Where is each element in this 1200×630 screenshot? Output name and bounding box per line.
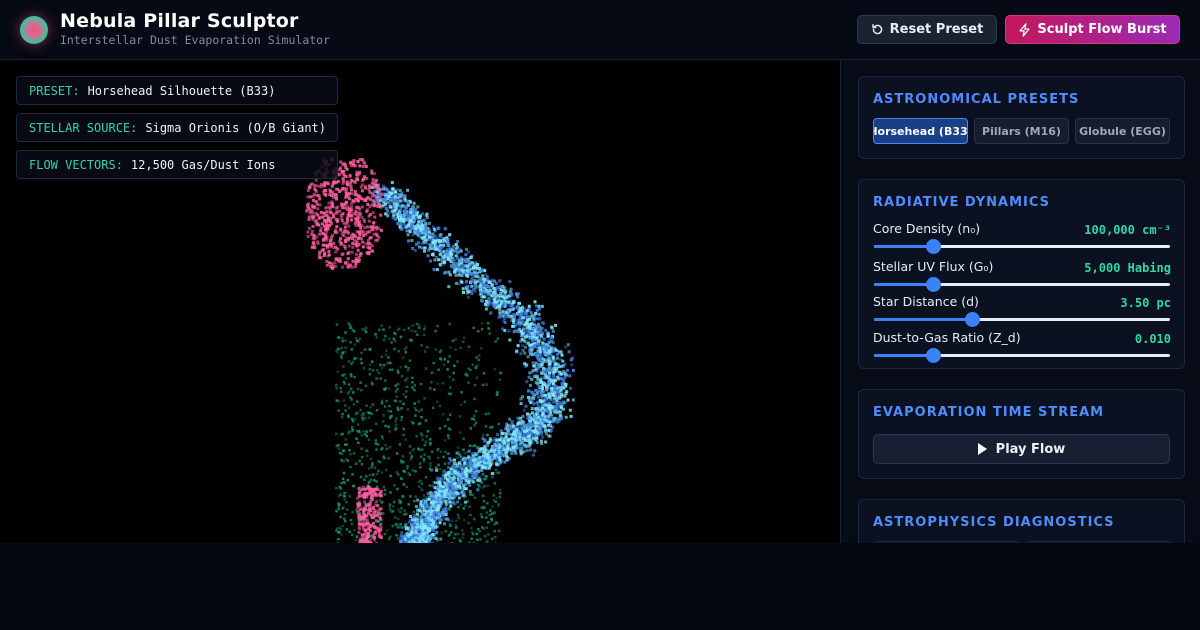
flow-vectors-key: FLOW VECTORS: (29, 157, 123, 172)
presets-card: ASTRONOMICAL PRESETS Horsehead (B33) Pil… (858, 76, 1185, 159)
dust-gas-ratio-slider[interactable]: Dust-to-Gas Ratio (Z_d) 0.010 (873, 330, 1171, 363)
diagnostics-title: ASTROPHYSICS DIAGNOSTICS (873, 515, 1115, 530)
uv-flux-track[interactable] (874, 277, 1170, 292)
play-icon (977, 443, 987, 455)
core-density-label: Core Density (n₀) (873, 221, 981, 236)
stellar-source-readout: STELLAR SOURCE: Sigma Orionis (O/B Giant… (16, 113, 338, 142)
core-density-value: 100,000 cm⁻³ (1084, 223, 1171, 237)
time-stream-card: EVAPORATION TIME STREAM Play Flow (858, 389, 1185, 479)
app-title: Nebula Pillar Sculptor (60, 10, 299, 32)
radiative-dynamics-card: RADIATIVE DYNAMICS Core Density (n₀) 100… (858, 179, 1185, 369)
preset-readout-value: Horsehead Silhouette (B33) (87, 83, 276, 98)
core-density-thumb[interactable] (926, 239, 942, 254)
play-flow-button[interactable]: Play Flow (873, 434, 1170, 464)
star-distance-thumb[interactable] (964, 312, 980, 327)
lightning-icon (1018, 22, 1031, 37)
star-distance-track[interactable] (874, 312, 1170, 327)
preset-pillars-button[interactable]: Pillars (M16) (974, 118, 1069, 144)
simulation-canvas[interactable]: PRESET: Horsehead Silhouette (B33) STELL… (0, 60, 840, 543)
reset-preset-label: Reset Preset (889, 22, 984, 37)
flow-vectors-value: 12,500 Gas/Dust Ions (130, 157, 276, 172)
uv-flux-thumb[interactable] (926, 277, 942, 292)
preset-readout: PRESET: Horsehead Silhouette (B33) (16, 76, 338, 105)
page-footer-area (0, 543, 1200, 630)
core-density-track[interactable] (874, 239, 1170, 254)
presets-title: ASTRONOMICAL PRESETS (873, 92, 1080, 107)
uv-flux-slider[interactable]: Stellar UV Flux (G₀) 5,000 Habing (873, 259, 1171, 292)
sculpt-flow-burst-label: Sculpt Flow Burst (1037, 22, 1167, 37)
stellar-source-key: STELLAR SOURCE: (29, 120, 138, 135)
star-distance-label: Star Distance (d) (873, 294, 979, 309)
dust-gas-ratio-value: 0.010 (1134, 332, 1171, 346)
core-density-slider[interactable]: Core Density (n₀) 100,000 cm⁻³ (873, 221, 1171, 254)
dynamics-title: RADIATIVE DYNAMICS (873, 195, 1051, 210)
dust-gas-ratio-thumb[interactable] (926, 348, 942, 363)
app-header: Nebula Pillar Sculptor Interstellar Dust… (0, 0, 1200, 60)
diagnostics-card: ASTROPHYSICS DIAGNOSTICS (858, 499, 1185, 543)
core-density-fill (874, 245, 934, 248)
dust-gas-ratio-label: Dust-to-Gas Ratio (Z_d) (873, 330, 1021, 345)
star-distance-fill (874, 318, 972, 321)
app-subtitle: Interstellar Dust Evaporation Simulator (60, 33, 331, 47)
preset-globule-button[interactable]: Globule (EGG) (1075, 118, 1170, 144)
star-distance-slider[interactable]: Star Distance (d) 3.50 pc (873, 294, 1171, 327)
play-flow-label: Play Flow (995, 441, 1066, 457)
preset-readout-key: PRESET: (29, 83, 80, 98)
sculpt-flow-burst-button[interactable]: Sculpt Flow Burst (1005, 15, 1180, 44)
control-panel: ASTRONOMICAL PRESETS Horsehead (B33) Pil… (840, 60, 1200, 543)
stellar-source-value: Sigma Orionis (O/B Giant) (145, 120, 326, 135)
uv-flux-fill (874, 283, 934, 286)
uv-flux-label: Stellar UV Flux (G₀) (873, 259, 994, 274)
uv-flux-value: 5,000 Habing (1084, 261, 1171, 275)
preset-horsehead-button[interactable]: Horsehead (B33) (873, 118, 968, 144)
flow-vectors-readout: FLOW VECTORS: 12,500 Gas/Dust Ions (16, 150, 338, 179)
reset-preset-button[interactable]: Reset Preset (857, 15, 997, 44)
reset-icon (871, 23, 884, 36)
star-distance-value: 3.50 pc (1120, 296, 1171, 310)
dust-gas-ratio-track[interactable] (874, 348, 1170, 363)
nebula-logo-icon (20, 16, 48, 44)
dust-gas-ratio-fill (874, 354, 934, 357)
time-stream-title: EVAPORATION TIME STREAM (873, 405, 1105, 420)
